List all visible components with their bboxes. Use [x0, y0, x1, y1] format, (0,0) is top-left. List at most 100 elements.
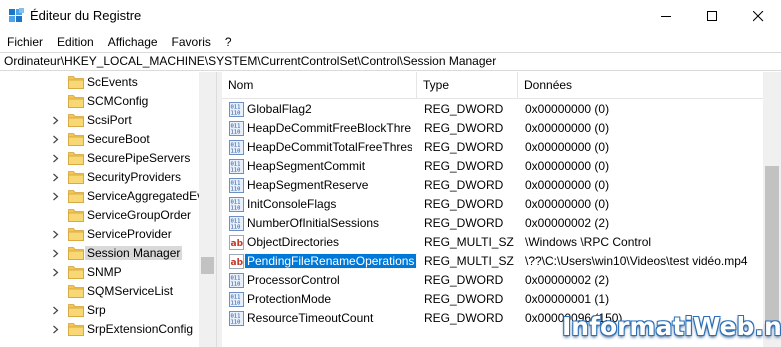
value-name: InitConsoleFlags [247, 197, 337, 211]
tree-item[interactable]: SecurePipeServers [0, 149, 200, 168]
svg-text:110: 110 [231, 320, 241, 326]
value-type: REG_DWORD [424, 273, 504, 287]
value-data: 0x00000000 (0) [525, 121, 610, 135]
chevron-right-icon[interactable] [51, 116, 60, 125]
table-row[interactable]: 011 110 GlobalFlag2 REG_DWORD 0x00000000 (0) [222, 100, 763, 119]
binary-value-icon: 011110 [229, 216, 244, 231]
close-button[interactable] [735, 0, 781, 32]
folder-icon [68, 133, 84, 146]
value-type: REG_MULTI_SZ [424, 254, 514, 268]
value-type: REG_DWORD [424, 121, 504, 135]
value-data: 0x00000000 (0) [525, 197, 610, 211]
minimize-icon [660, 15, 671, 17]
svg-text:110: 110 [231, 225, 241, 231]
column-header-data[interactable]: Données [518, 72, 763, 99]
window-title: Éditeur du Registre [30, 8, 142, 23]
folder-icon [68, 114, 84, 127]
value-data: 0x00000000 (0) [525, 159, 610, 173]
value-name: ProtectionMode [247, 292, 332, 306]
tree-item-label: ServiceGroupOrder [87, 208, 192, 222]
table-row[interactable]: 011 110 InitConsoleFlags REG_DWORD 0x0000000… [222, 195, 763, 214]
tree-item[interactable]: ScEvents [0, 73, 200, 92]
chevron-right-icon[interactable] [51, 173, 60, 182]
table-row[interactable]: 011 110 HeapDeCommitFreeBlockThre... REG_DW… [222, 119, 763, 138]
value-data: 0x00000002 (2) [525, 273, 610, 287]
tree-item[interactable]: ServiceAggregatedEv [0, 187, 203, 206]
table-row[interactable]: 011 110 HeapSegmentReserve REG_DWORD 0x00000… [222, 176, 763, 195]
watermark-logo: InformatiWeb.net [562, 312, 781, 347]
chevron-right-icon[interactable] [51, 192, 60, 201]
table-row[interactable]: 011 110 ProcessorControl REG_DWORD 0x0000000… [222, 271, 763, 290]
string-value-icon: ab [229, 235, 244, 250]
tree-item[interactable]: SecureBoot [0, 130, 200, 149]
svg-text:110: 110 [231, 130, 241, 136]
tree-item[interactable]: ServiceGroupOrder [0, 206, 200, 225]
column-header-type[interactable]: Type [417, 72, 518, 99]
table-row[interactable]: 011 110 NumberOfInitialSessions REG_DWORD 0x… [222, 214, 763, 233]
folder-icon [68, 304, 84, 317]
binary-value-icon: 011110 [229, 197, 244, 212]
tree-item[interactable]: ServiceProvider [0, 225, 200, 244]
tree-item-label: SrpExtensionConfig [87, 322, 194, 336]
value-data: 0x00000000 (0) [525, 102, 610, 116]
chevron-right-icon[interactable] [51, 230, 60, 239]
menu-favoris[interactable]: Favoris [165, 35, 218, 49]
binary-value-icon: 011110 [229, 121, 244, 136]
tree-item-label: ServiceProvider [87, 227, 172, 241]
tree-item[interactable]: Session Manager [0, 244, 200, 263]
menu-fichier[interactable]: Fichier [0, 35, 50, 49]
svg-text:ab: ab [231, 239, 244, 249]
svg-text:110: 110 [231, 111, 241, 117]
value-type: REG_DWORD [424, 102, 504, 116]
tree-item-label: SecureBoot [87, 132, 150, 146]
address-bar[interactable]: Ordinateur\HKEY_LOCAL_MACHINE\SYSTEM\Cur… [0, 52, 781, 71]
tree-item[interactable]: SrpExtensionConfig [0, 320, 200, 339]
tree-pane: ScEvents SCMConfig ScsiPort SecureBoot Secur… [0, 72, 215, 347]
value-type: REG_DWORD [424, 311, 504, 325]
table-row[interactable]: 011 110 HeapSegmentCommit REG_DWORD 0x000000… [222, 157, 763, 176]
folder-icon [68, 247, 84, 260]
menu-affichage[interactable]: Affichage [101, 35, 165, 49]
chevron-right-icon[interactable] [51, 268, 60, 277]
chevron-right-icon[interactable] [51, 325, 60, 334]
value-name: ResourceTimeoutCount [247, 311, 374, 325]
table-row[interactable]: 011 110 ProtectionMode REG_DWORD 0x00000001 … [222, 290, 763, 309]
tree-scrollbar[interactable] [199, 72, 216, 347]
binary-value-icon: 011110 [229, 178, 244, 193]
svg-text:110: 110 [231, 206, 241, 212]
svg-text:110: 110 [231, 187, 241, 193]
chevron-right-icon[interactable] [51, 135, 60, 144]
values-list: Nom Type Données 011 110 GlobalFlag2 REG_DW… [222, 72, 763, 347]
tree-item[interactable]: SQMServiceList [0, 282, 200, 301]
title-bar: Éditeur du Registre [0, 0, 781, 32]
menu-edition[interactable]: Edition [50, 35, 101, 49]
folder-icon [68, 228, 84, 241]
svg-text:110: 110 [231, 168, 241, 174]
tree-item-label: SecurePipeServers [87, 151, 191, 165]
table-row[interactable]: 011 110 HeapDeCommitTotalFreeThres... REG_D… [222, 138, 763, 157]
column-header-name[interactable]: Nom [222, 72, 417, 99]
table-row[interactable]: ab PendingFileRenameOperations REG_MULTI_S… [222, 252, 763, 271]
value-type: REG_DWORD [424, 159, 504, 173]
list-scrollbar-thumb[interactable] [765, 166, 779, 326]
table-row[interactable]: ab ObjectDirectories REG_MULTI_SZ \Windows … [222, 233, 763, 252]
chevron-right-icon[interactable] [51, 249, 60, 258]
minimize-button[interactable] [643, 0, 689, 32]
tree-item[interactable]: SNMP [0, 263, 200, 282]
chevron-right-icon[interactable] [51, 306, 60, 315]
tree-item-label: SNMP [87, 265, 122, 279]
tree-item-label: ScsiPort [87, 113, 132, 127]
value-type: REG_DWORD [424, 216, 504, 230]
tree-item[interactable]: SCMConfig [0, 92, 200, 111]
svg-text:ab: ab [231, 258, 244, 268]
binary-value-icon: 011110 [229, 292, 244, 307]
maximize-button[interactable] [689, 0, 735, 32]
folder-icon [68, 95, 84, 108]
value-name: HeapDeCommitTotalFreeThres... [247, 140, 412, 154]
tree-scrollbar-thumb[interactable] [201, 257, 214, 274]
tree-item[interactable]: ScsiPort [0, 111, 200, 130]
menu-help[interactable]: ? [218, 35, 239, 49]
chevron-right-icon[interactable] [51, 154, 60, 163]
tree-item[interactable]: SecurityProviders [0, 168, 200, 187]
tree-item[interactable]: Srp [0, 301, 200, 320]
